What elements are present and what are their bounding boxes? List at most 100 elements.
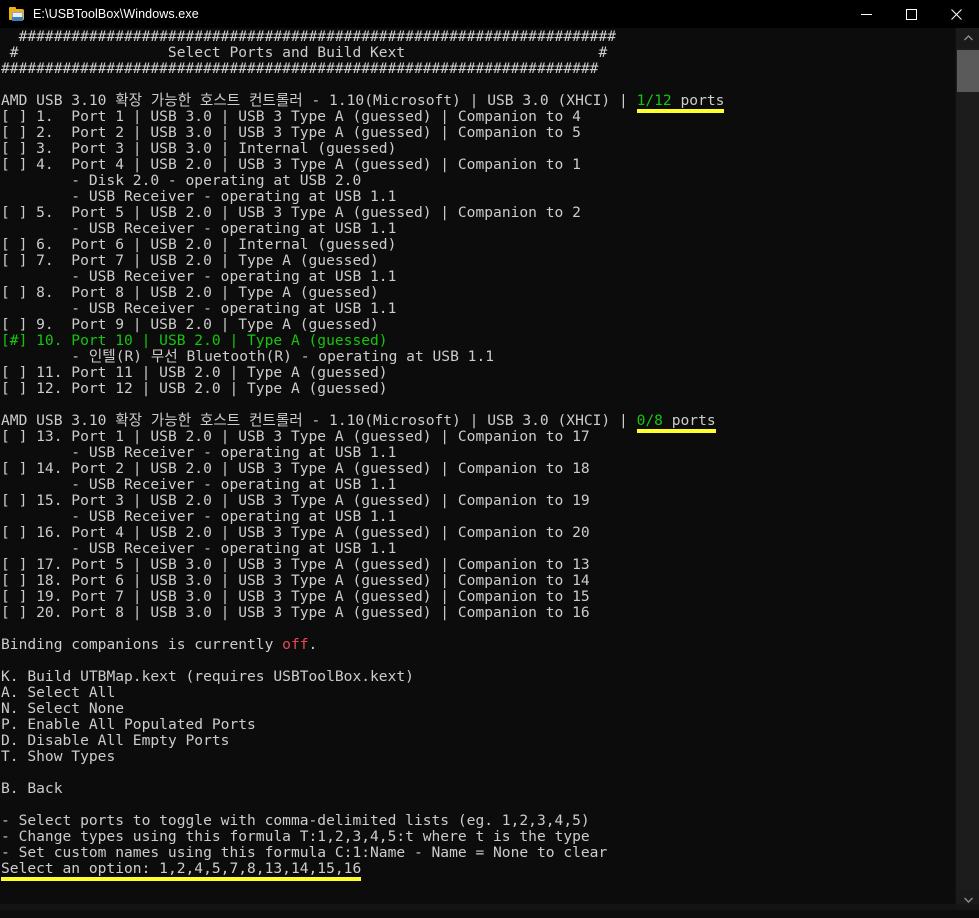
port-row[interactable]: [ ] 16. Port 4 | USB 2.0 | USB 3 Type A … xyxy=(1,525,955,541)
port-row[interactable]: [ ] 19. Port 7 | USB 3.0 | USB 3 Type A … xyxy=(1,589,955,605)
port-row[interactable]: [ ] 8. Port 8 | USB 2.0 | Type A (guesse… xyxy=(1,285,955,301)
port-label: 8. Port 8 | USB 2.0 | Type A (guessed) xyxy=(27,284,379,301)
banner-title-text: # Select Ports and Build Kext # xyxy=(1,44,608,61)
port-label: 15. Port 3 | USB 2.0 | USB 3 Type A (gue… xyxy=(27,492,590,509)
controller-header: AMD USB 3.10 확장 가능한 호스트 컨트롤러 - 1.10(Micr… xyxy=(1,412,955,433)
menu-item-key: K. xyxy=(1,668,19,685)
menu-item[interactable]: A. Select All xyxy=(1,685,955,701)
port-row[interactable]: [ ] 3. Port 3 | USB 3.0 | Internal (gues… xyxy=(1,141,955,157)
device-label: - USB Receiver - operating at USB 1.1 xyxy=(1,268,397,285)
device-line: - 인텔(R) 무선 Bluetooth(R) - operating at U… xyxy=(1,349,955,365)
port-label: 17. Port 5 | USB 3.0 | USB 3 Type A (gue… xyxy=(27,556,590,573)
port-label: 6. Port 6 | USB 2.0 | Internal (guessed) xyxy=(27,236,397,253)
port-row[interactable]: [ ] 9. Port 9 | USB 2.0 | Type A (guesse… xyxy=(1,317,955,333)
port-row[interactable]: [ ] 6. Port 6 | USB 2.0 | Internal (gues… xyxy=(1,237,955,253)
prompt-line[interactable]: Select an option: 1,2,4,5,7,8,13,14,15,1… xyxy=(1,860,955,881)
controller-port-suffix: ports xyxy=(662,412,716,433)
menu-item[interactable]: N. Select None xyxy=(1,701,955,717)
device-line: - USB Receiver - operating at USB 1.1 xyxy=(1,221,955,237)
port-checkbox: [ ] xyxy=(1,236,28,253)
port-checkbox: [ ] xyxy=(1,364,28,381)
port-label: 14. Port 2 | USB 2.0 | USB 3 Type A (gue… xyxy=(27,460,590,477)
menu-item-key: A. xyxy=(1,684,19,701)
port-checkbox: [ ] xyxy=(1,460,28,477)
menu-item[interactable]: T. Show Types xyxy=(1,749,955,765)
port-label: 9. Port 9 | USB 2.0 | Type A (guessed) xyxy=(27,316,379,333)
menu-item[interactable]: K. Build UTBMap.kext (requires USBToolBo… xyxy=(1,669,955,685)
port-checkbox: [ ] xyxy=(1,140,28,157)
port-row[interactable]: [ ] 20. Port 8 | USB 3.0 | USB 3 Type A … xyxy=(1,605,955,621)
binding-status: Binding companions is currently off. xyxy=(1,637,955,653)
device-line: - USB Receiver - operating at USB 1.1 xyxy=(1,509,955,525)
port-checkbox: [ ] xyxy=(1,572,28,589)
folder-disk-icon xyxy=(9,6,25,22)
menu-item-label: Back xyxy=(18,780,63,797)
port-row[interactable]: [ ] 15. Port 3 | USB 2.0 | USB 3 Type A … xyxy=(1,493,955,509)
banner-title: # Select Ports and Build Kext # xyxy=(1,45,955,61)
hint-line: - Set custom names using this formula C:… xyxy=(1,845,955,861)
port-checkbox: [ ] xyxy=(1,428,28,445)
menu-item-key: P. xyxy=(1,716,19,733)
banner-rule: ########################################… xyxy=(1,61,955,77)
close-button[interactable] xyxy=(934,0,979,28)
port-row[interactable]: [ ] 4. Port 4 | USB 2.0 | USB 3 Type A (… xyxy=(1,157,955,173)
port-checkbox: [ ] xyxy=(1,284,28,301)
device-label: - USB Receiver - operating at USB 1.1 xyxy=(1,188,397,205)
port-label: 11. Port 11 | USB 2.0 | Type A (guessed) xyxy=(27,364,388,381)
port-row[interactable]: [ ] 11. Port 11 | USB 2.0 | Type A (gues… xyxy=(1,365,955,381)
console-output[interactable]: ########################################… xyxy=(0,28,955,910)
port-row[interactable]: [ ] 7. Port 7 | USB 2.0 | Type A (guesse… xyxy=(1,253,955,269)
port-row[interactable]: [ ] 12. Port 12 | USB 2.0 | Type A (gues… xyxy=(1,381,955,397)
hint-line: - Change types using this formula T:1,2,… xyxy=(1,829,955,845)
controller-port-count: 0/8 xyxy=(636,412,663,433)
port-checkbox: [ ] xyxy=(1,524,28,541)
port-label: 2. Port 2 | USB 3.0 | USB 3 Type A (gues… xyxy=(27,124,581,141)
console-window[interactable]: ########################################… xyxy=(0,28,979,910)
port-row[interactable]: [ ] 5. Port 5 | USB 2.0 | USB 3 Type A (… xyxy=(1,205,955,221)
minimize-button[interactable] xyxy=(844,0,889,28)
banner-rule: ########################################… xyxy=(1,29,955,45)
window-titlebar[interactable]: E:\USBToolBox\Windows.exe xyxy=(0,0,979,28)
device-line: - USB Receiver - operating at USB 1.1 xyxy=(1,541,955,557)
hint-text: - Select ports to toggle with comma-deli… xyxy=(1,812,590,829)
device-label: - 인텔(R) 무선 Bluetooth(R) - operating at U… xyxy=(1,348,495,365)
port-label: 1. Port 1 | USB 3.0 | USB 3 Type A (gues… xyxy=(27,108,581,125)
port-label: 20. Port 8 | USB 3.0 | USB 3 Type A (gue… xyxy=(27,604,590,621)
device-label: - USB Receiver - operating at USB 1.1 xyxy=(1,444,397,461)
port-label: 19. Port 7 | USB 3.0 | USB 3 Type A (gue… xyxy=(27,588,590,605)
port-checkbox: [ ] xyxy=(1,156,28,173)
device-line: - Disk 2.0 - operating at USB 2.0 xyxy=(1,173,955,189)
maximize-button[interactable] xyxy=(889,0,934,28)
port-row[interactable]: [ ] 14. Port 2 | USB 2.0 | USB 3 Type A … xyxy=(1,461,955,477)
menu-item-label: Select All xyxy=(18,684,116,701)
menu-item-back[interactable]: B. Back xyxy=(1,781,955,797)
device-label: - Disk 2.0 - operating at USB 2.0 xyxy=(1,172,362,189)
port-row[interactable]: [ ] 1. Port 1 | USB 3.0 | USB 3 Type A (… xyxy=(1,109,955,125)
scrollbar-track[interactable] xyxy=(956,48,979,890)
menu-item-key: B. xyxy=(1,780,19,797)
device-line: - USB Receiver - operating at USB 1.1 xyxy=(1,189,955,205)
controller-header: AMD USB 3.10 확장 가능한 호스트 컨트롤러 - 1.10(Micr… xyxy=(1,92,955,113)
prompt-input-value: 1,2,4,5,7,8,13,14,15,16 xyxy=(159,860,362,881)
menu-item[interactable]: D. Disable All Empty Ports xyxy=(1,733,955,749)
hint-line: - Select ports to toggle with comma-deli… xyxy=(1,813,955,829)
port-label: 3. Port 3 | USB 3.0 | Internal (guessed) xyxy=(27,140,397,157)
port-checkbox: [ ] xyxy=(1,108,28,125)
port-label: 7. Port 7 | USB 2.0 | Type A (guessed) xyxy=(27,252,379,269)
console-scrollbar[interactable] xyxy=(955,28,979,910)
port-row[interactable]: [ ] 13. Port 1 | USB 2.0 | USB 3 Type A … xyxy=(1,429,955,445)
menu-item-key: T. xyxy=(1,748,19,765)
menu-item[interactable]: P. Enable All Populated Ports xyxy=(1,717,955,733)
banner-rule-text: ########################################… xyxy=(1,60,599,77)
scroll-up-arrow[interactable] xyxy=(956,28,979,48)
scroll-thumb[interactable] xyxy=(957,50,979,92)
port-row[interactable]: [ ] 2. Port 2 | USB 3.0 | USB 3 Type A (… xyxy=(1,125,955,141)
port-row[interactable]: [ ] 17. Port 5 | USB 3.0 | USB 3 Type A … xyxy=(1,557,955,573)
port-checkbox: [ ] xyxy=(1,588,28,605)
device-line: - USB Receiver - operating at USB 1.1 xyxy=(1,477,955,493)
port-row[interactable]: [#] 10. Port 10 | USB 2.0 | Type A (gues… xyxy=(1,333,955,349)
port-label: 4. Port 4 | USB 2.0 | USB 3 Type A (gues… xyxy=(27,156,581,173)
port-row[interactable]: [ ] 18. Port 6 | USB 3.0 | USB 3 Type A … xyxy=(1,573,955,589)
device-line: - USB Receiver - operating at USB 1.1 xyxy=(1,269,955,285)
